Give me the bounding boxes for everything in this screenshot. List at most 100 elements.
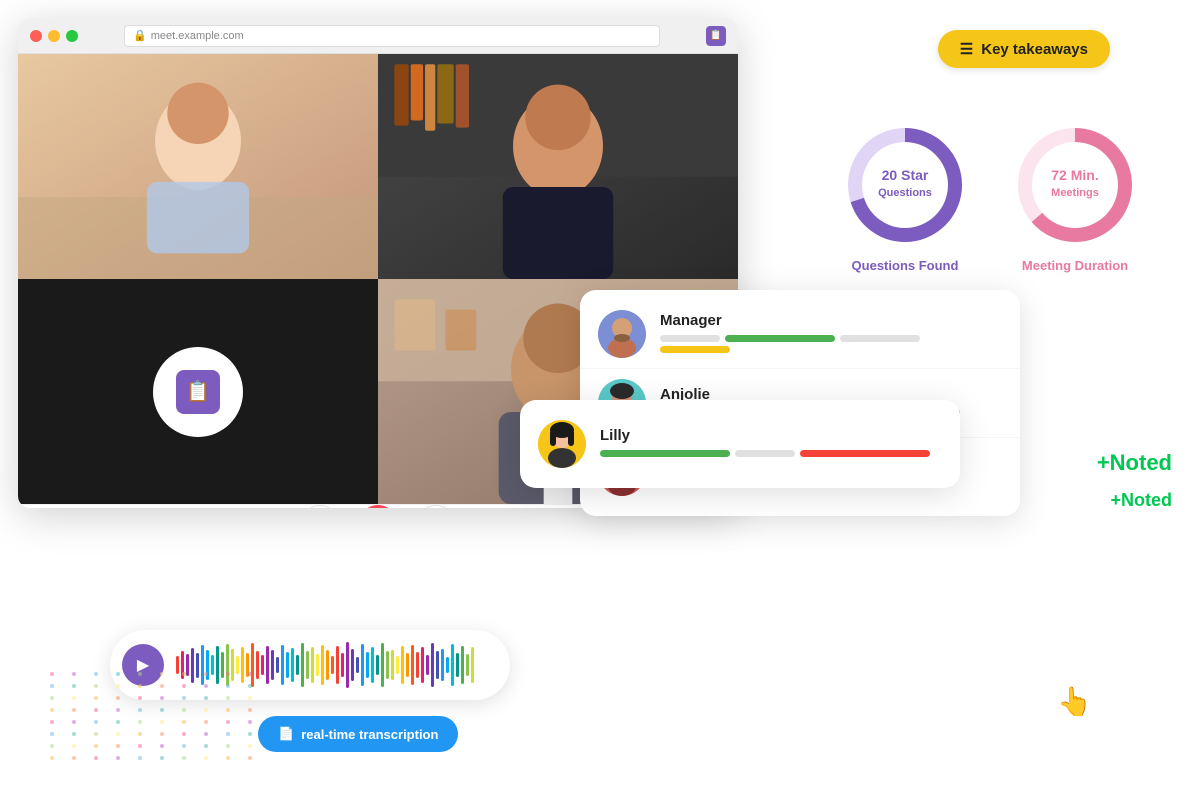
questions-donut-svg: 20 Star Questions bbox=[840, 120, 970, 250]
dot-red[interactable] bbox=[30, 30, 42, 42]
waveform-bar bbox=[351, 649, 354, 681]
waveform-bar bbox=[341, 653, 344, 677]
dot-grid-item bbox=[248, 756, 252, 760]
dot-grid-item bbox=[72, 708, 76, 712]
dot-grid-item bbox=[182, 684, 186, 688]
svg-text:20 Star: 20 Star bbox=[882, 167, 929, 183]
doc-icon: 📄 bbox=[278, 726, 294, 742]
dot-grid-item bbox=[50, 732, 54, 736]
dot-grid-item bbox=[138, 708, 142, 712]
dot-grid-item bbox=[226, 696, 230, 700]
dot-grid-item bbox=[160, 744, 164, 748]
dot-grid-item bbox=[182, 672, 186, 676]
waveform-bar bbox=[291, 648, 294, 682]
waveform-bar bbox=[356, 657, 359, 673]
dot-grid-item bbox=[94, 720, 98, 724]
bar bbox=[800, 450, 930, 457]
waveform-bar bbox=[386, 651, 389, 679]
dot-grid-item bbox=[182, 756, 186, 760]
video-cell-man1 bbox=[378, 54, 738, 279]
dot-grid-item bbox=[116, 744, 120, 748]
dot-grid-item bbox=[94, 756, 98, 760]
dot-grid-item bbox=[138, 672, 142, 676]
dot-grid-item bbox=[248, 708, 252, 712]
dot-grid-item bbox=[204, 732, 208, 736]
dot-grid-item bbox=[204, 684, 208, 688]
waveform-bar bbox=[451, 644, 454, 686]
mic-button[interactable]: 🎤 bbox=[301, 505, 339, 508]
waveform-bar bbox=[366, 652, 369, 678]
waveform-bar bbox=[281, 645, 284, 685]
dot-grid-item bbox=[160, 708, 164, 712]
dot-grid-item bbox=[160, 696, 164, 700]
dot-grid-item bbox=[72, 756, 76, 760]
waveform-bar bbox=[416, 652, 419, 678]
dot-grid-item bbox=[138, 696, 142, 700]
transcription-button[interactable]: 📄 real-time transcription bbox=[258, 716, 458, 752]
dot-grid-item bbox=[72, 684, 76, 688]
bar bbox=[600, 450, 730, 457]
dot-grid-item bbox=[50, 720, 54, 724]
waveform-bar bbox=[331, 656, 334, 674]
dot-grid-item bbox=[50, 756, 54, 760]
svg-text:Questions: Questions bbox=[878, 187, 932, 199]
waveform-bar bbox=[411, 645, 414, 685]
dot-grid-item bbox=[94, 744, 98, 748]
dot-grid-item bbox=[50, 672, 54, 676]
dot-grid-item bbox=[226, 708, 230, 712]
dot-grid-item bbox=[116, 708, 120, 712]
questions-chart: 20 Star Questions Questions Found bbox=[840, 120, 970, 273]
manager-info: Manager bbox=[660, 312, 1002, 357]
dot-grid-item bbox=[72, 672, 76, 676]
lock-icon: 🔒 bbox=[133, 29, 147, 42]
noted-label-1: +Noted bbox=[1097, 450, 1172, 476]
waveform-bar bbox=[371, 647, 374, 683]
dot-grid-item bbox=[160, 756, 164, 760]
dot-grid-item bbox=[116, 696, 120, 700]
dot-grid-item bbox=[226, 744, 230, 748]
dot-grid-item bbox=[160, 672, 164, 676]
waveform-bar bbox=[286, 652, 289, 678]
camera-button[interactable]: 📷 bbox=[417, 505, 455, 508]
dot-grid-item bbox=[116, 672, 120, 676]
bar bbox=[660, 335, 720, 342]
waveform-bar bbox=[466, 654, 469, 676]
url-text: meet.example.com bbox=[151, 30, 244, 42]
browser-titlebar: 🔒 meet.example.com 📋 bbox=[18, 18, 738, 54]
dot-grid-item bbox=[248, 672, 252, 676]
dot-grid-item bbox=[50, 708, 54, 712]
svg-text:72 Min.: 72 Min. bbox=[1051, 167, 1098, 183]
key-takeaways-button[interactable]: ☰ Key takeaways bbox=[938, 30, 1110, 68]
dot-yellow[interactable] bbox=[48, 30, 60, 42]
waveform-bar bbox=[271, 650, 274, 680]
dot-grid-item bbox=[182, 720, 186, 724]
waveform-bar bbox=[456, 653, 459, 677]
dot-grid-item bbox=[248, 684, 252, 688]
dot-grid-item bbox=[182, 696, 186, 700]
waveform-bar bbox=[316, 654, 319, 676]
dot-grid-item bbox=[204, 708, 208, 712]
waveform-bar bbox=[461, 646, 464, 684]
dot-grid-item bbox=[226, 732, 230, 736]
dot-grid-item bbox=[94, 672, 98, 676]
dot-grid-item bbox=[94, 684, 98, 688]
bar bbox=[725, 335, 835, 342]
dot-grid-item bbox=[116, 732, 120, 736]
waveform-bar bbox=[311, 647, 314, 683]
waveform-bar bbox=[406, 653, 409, 677]
manager-name: Manager bbox=[660, 312, 1002, 329]
dot-grid-item bbox=[204, 744, 208, 748]
dot-grid-item bbox=[182, 708, 186, 712]
end-call-button[interactable]: 📞 bbox=[359, 505, 397, 508]
bar bbox=[735, 450, 795, 457]
waveform-bar bbox=[361, 644, 364, 686]
dot-grid-item bbox=[138, 684, 142, 688]
lilly-info: Lilly bbox=[600, 427, 942, 461]
dot-grid-item bbox=[248, 696, 252, 700]
extension-icon[interactable]: 📋 bbox=[706, 26, 726, 46]
dot-green[interactable] bbox=[66, 30, 78, 42]
dot-grid-item bbox=[72, 720, 76, 724]
transcription-label: real-time transcription bbox=[301, 727, 438, 742]
dot-grid-item bbox=[226, 684, 230, 688]
cursor-hand-icon: 👆 bbox=[1057, 685, 1092, 718]
